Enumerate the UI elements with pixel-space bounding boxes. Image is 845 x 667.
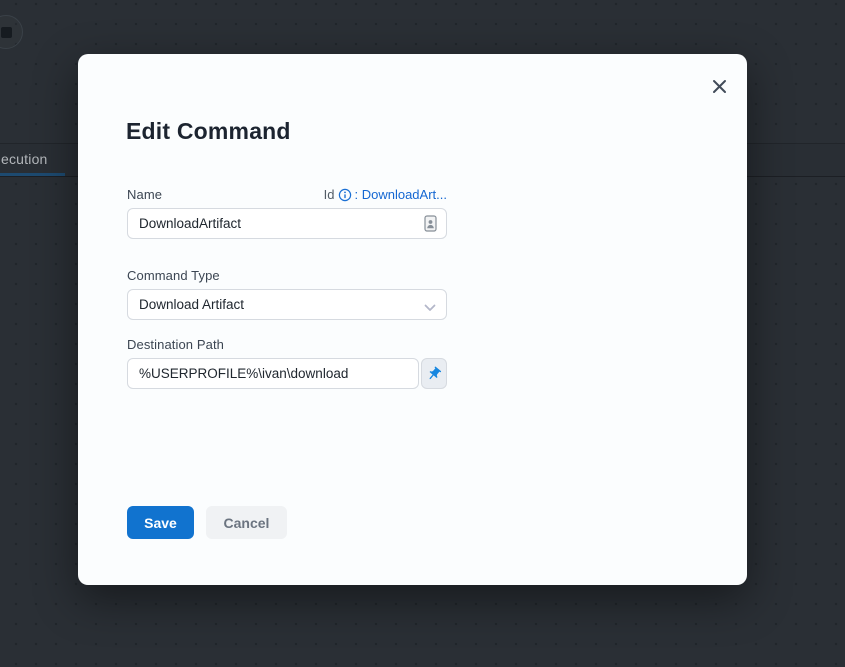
name-label: Name bbox=[127, 187, 162, 202]
cancel-button[interactable]: Cancel bbox=[206, 506, 287, 539]
pin-button[interactable] bbox=[421, 358, 447, 389]
stop-icon bbox=[1, 27, 12, 38]
command-type-value: Download Artifact bbox=[139, 297, 244, 312]
modal-title: Edit Command bbox=[126, 118, 291, 145]
info-icon[interactable] bbox=[338, 188, 352, 202]
save-button[interactable]: Save bbox=[127, 506, 194, 539]
edit-command-modal: Edit Command Name Id : DownloadArt... bbox=[78, 54, 747, 585]
command-type-label: Command Type bbox=[127, 268, 220, 283]
id-value-link[interactable]: : DownloadArt... bbox=[355, 187, 448, 202]
close-icon bbox=[712, 79, 727, 94]
pushpin-icon bbox=[423, 362, 446, 385]
name-input[interactable] bbox=[127, 208, 447, 239]
id-label: Id bbox=[324, 187, 335, 202]
command-type-select[interactable]: Download Artifact bbox=[127, 289, 447, 320]
destination-path-label: Destination Path bbox=[127, 337, 224, 352]
tab-execution[interactable]: ecution bbox=[1, 151, 48, 167]
destination-path-input[interactable] bbox=[127, 358, 419, 389]
stop-button[interactable] bbox=[0, 15, 23, 49]
active-tab-underline bbox=[0, 173, 65, 176]
close-button[interactable] bbox=[708, 75, 730, 97]
chevron-down-icon bbox=[424, 300, 436, 315]
